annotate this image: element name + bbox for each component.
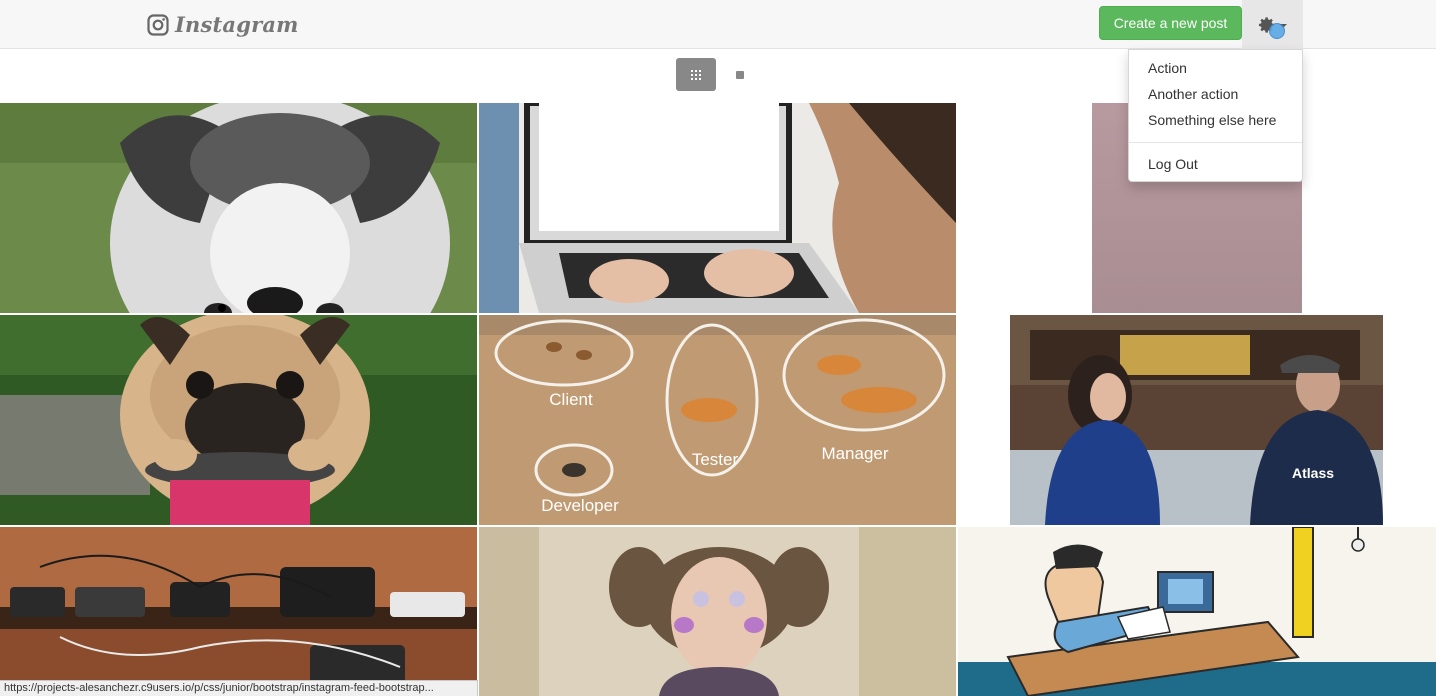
diagram-label-tester: Tester <box>692 450 739 469</box>
mouse-cursor-indicator <box>1269 23 1285 39</box>
diagram-label-manager: Manager <box>821 444 888 463</box>
brand[interactable]: Instagram <box>147 12 299 37</box>
post-image-girl-pigtails[interactable] <box>479 527 956 696</box>
brand-name: Instagram <box>175 12 299 37</box>
menu-divider <box>1129 142 1302 143</box>
menu-item-something-else[interactable]: Something else here <box>1129 107 1302 133</box>
menu-item-logout[interactable]: Log Out <box>1129 151 1302 177</box>
settings-dropdown-menu: Action Another action Something else her… <box>1128 49 1303 182</box>
post-image-laptop-typing[interactable] <box>479 103 956 313</box>
navbar: Instagram Create a new post <box>0 0 1436 49</box>
menu-item-action[interactable]: Action <box>1129 55 1302 81</box>
shirt-text: Atlass <box>1292 465 1334 481</box>
view-toggle <box>676 58 760 91</box>
diagram-label-developer: Developer <box>541 496 619 515</box>
browser-status-bar-url: https://projects-alesanchezr.c9users.io/… <box>0 680 478 696</box>
grid-view-button[interactable] <box>676 58 716 91</box>
diagram-label-client: Client <box>549 390 593 409</box>
post-image-office-cartoon[interactable] <box>958 527 1436 696</box>
post-image-interview-couch[interactable]: Atlass <box>1010 315 1383 525</box>
single-view-button[interactable] <box>720 58 760 91</box>
post-image-husky-puppy[interactable] <box>0 103 477 313</box>
instagram-camera-icon <box>147 13 169 36</box>
post-image-charging-devices[interactable] <box>0 527 477 696</box>
post-image-tigers-diagram[interactable]: Client Tester Manager Developer <box>479 315 956 525</box>
grid-view-icon <box>691 69 701 80</box>
menu-item-another-action[interactable]: Another action <box>1129 81 1302 107</box>
single-view-icon <box>736 70 744 79</box>
post-image-pug-on-scale[interactable] <box>0 315 477 525</box>
create-post-button[interactable]: Create a new post <box>1099 6 1242 40</box>
